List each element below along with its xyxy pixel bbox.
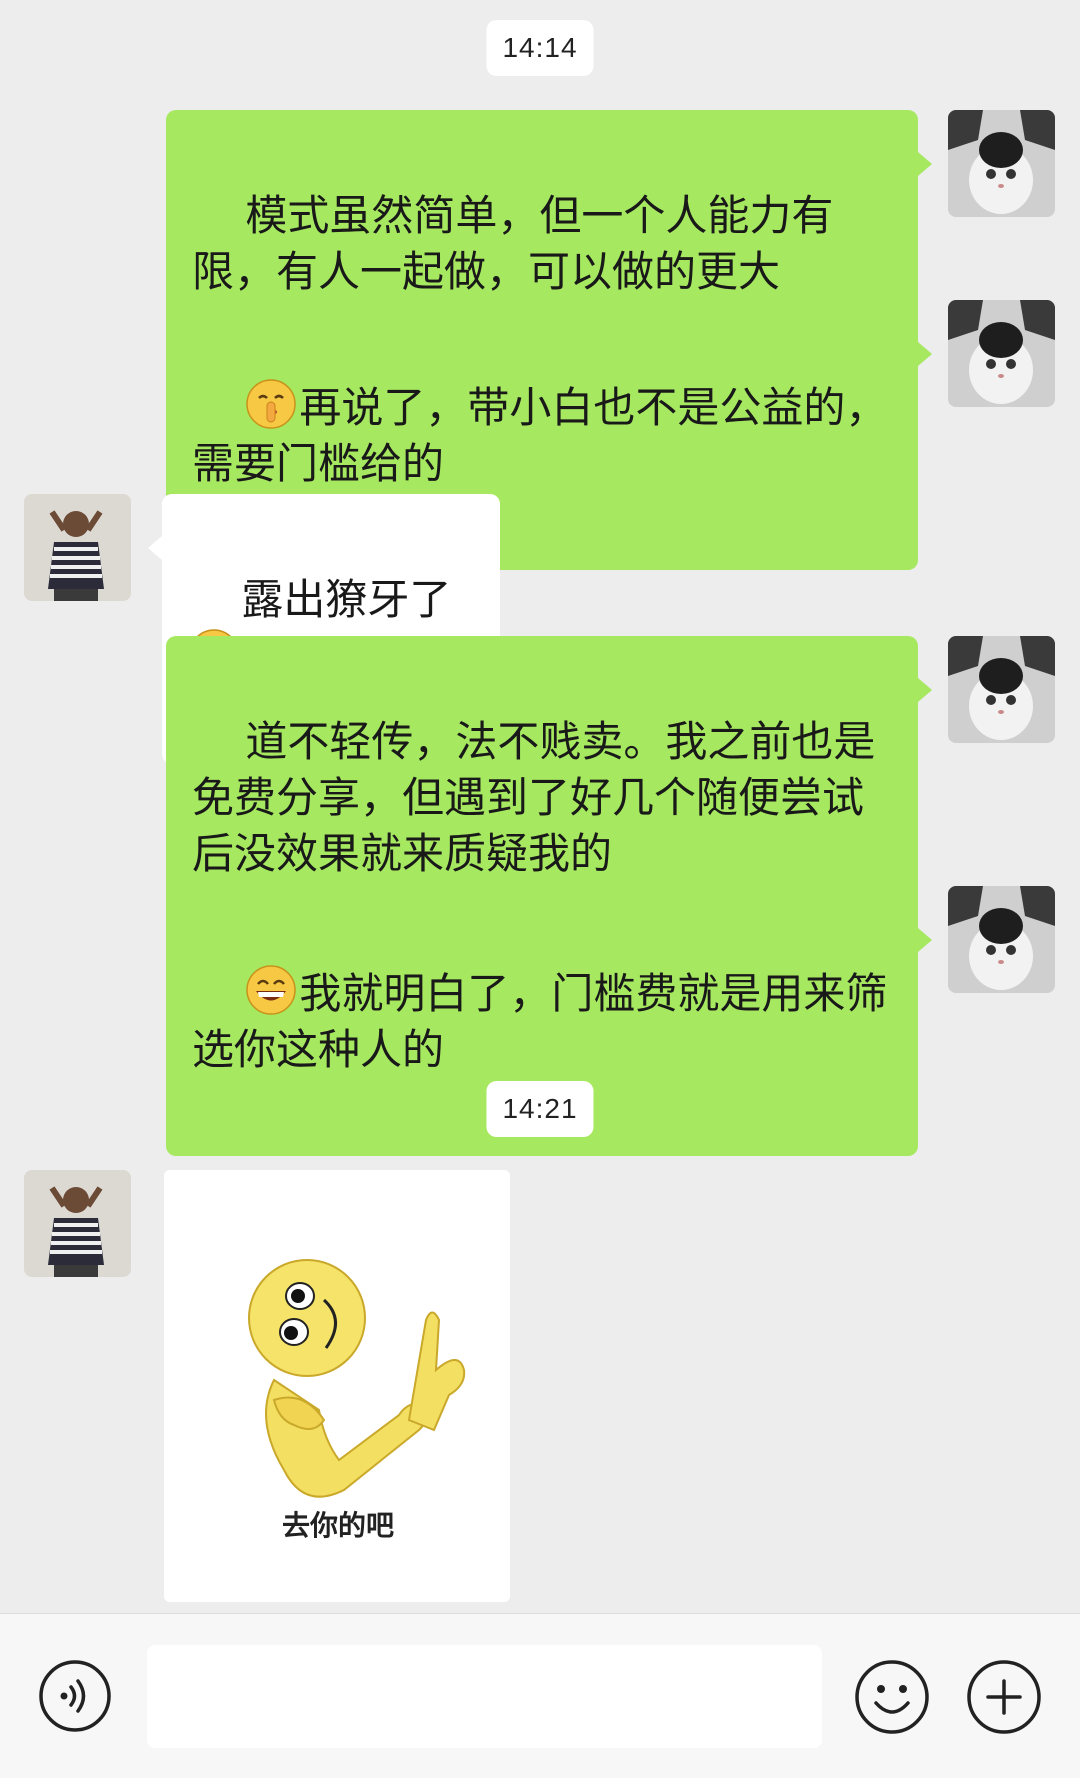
message-text: 道不轻传，法不贱卖。我之前也是免费分享，但遇到了好几个随便尝试后没效果就来质疑我… [192, 717, 876, 878]
more-button[interactable] [966, 1659, 1042, 1735]
voice-icon [39, 1660, 111, 1732]
cat-avatar-icon [948, 636, 1055, 743]
contact-avatar[interactable] [24, 494, 131, 601]
message-text: 露出獠牙了 [241, 575, 452, 624]
cat-avatar-icon [948, 886, 1055, 993]
timestamp: 14:14 [486, 20, 594, 76]
chat-area[interactable]: 14:14 模式虽然简单，但一个人能力有限，有人一起做，可以做的更大 再说了，带… [0, 0, 1080, 1613]
plus-icon [967, 1660, 1041, 1734]
my-avatar[interactable] [948, 636, 1055, 743]
person-avatar-icon [24, 1170, 131, 1277]
cat-avatar-icon [948, 300, 1055, 407]
sticker-caption: 去你的吧 [282, 1509, 395, 1542]
my-avatar[interactable] [948, 886, 1055, 993]
contact-avatar[interactable] [24, 1170, 131, 1277]
emoji-icon [855, 1660, 929, 1734]
cat-avatar-icon [948, 110, 1055, 217]
voice-button[interactable] [38, 1659, 112, 1733]
my-avatar[interactable] [948, 110, 1055, 217]
input-bar [0, 1613, 1080, 1778]
message-input[interactable] [147, 1645, 822, 1748]
message-text: 模式虽然简单，但一个人能力有限，有人一起做，可以做的更大 [192, 191, 834, 296]
person-avatar-icon [24, 494, 131, 601]
sticker-message[interactable]: 去你的吧 [164, 1170, 510, 1602]
grinning-face-icon [246, 965, 297, 1015]
my-avatar[interactable] [948, 300, 1055, 407]
shushing-face-icon [246, 379, 297, 429]
timestamp: 14:21 [486, 1081, 594, 1137]
emoji-button[interactable] [854, 1659, 930, 1735]
